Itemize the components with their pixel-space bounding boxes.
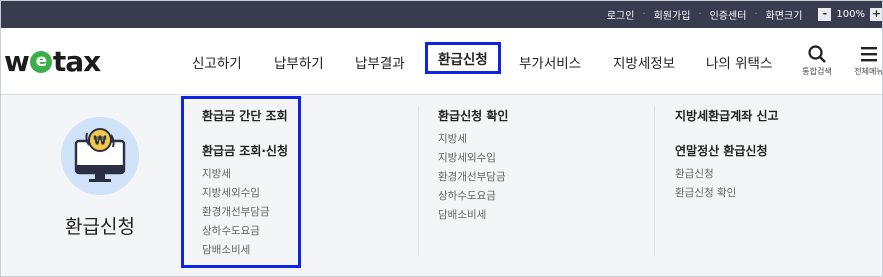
submenu-item[interactable]: 환급신청 확인 — [675, 184, 779, 203]
nav-item-report[interactable]: 신고하기 — [192, 52, 242, 72]
logo-e-icon: e — [29, 50, 52, 73]
mega-title: 환급신청 — [65, 216, 135, 238]
zoom-control: - 100% + — [818, 7, 883, 21]
nav-item-pay-result[interactable]: 납부결과 — [355, 52, 405, 72]
logo-text-w: w — [4, 45, 30, 78]
all-menu-button[interactable]: 전체메뉴 — [849, 44, 883, 77]
nav-item-my-wetax[interactable]: 나의 위택스 — [706, 52, 772, 72]
main-header: w e tax 신고하기 납부하기 납부결과 환급신청 부가서비스 지방세정보 나의… — [0, 28, 883, 95]
submenu-item[interactable]: 환급신청 — [675, 165, 779, 184]
zoom-value: 100% — [836, 8, 865, 20]
submenu-item[interactable]: 담배소비세 — [202, 241, 288, 260]
column-divider — [654, 106, 655, 256]
refund-hero: ₩ 환급신청 — [40, 117, 160, 239]
submenu-item[interactable]: 지방세 — [438, 130, 508, 149]
submenu-item[interactable]: 상하수도요금 — [202, 222, 288, 241]
wetax-logo[interactable]: w e tax — [4, 45, 101, 78]
refund-illustration: ₩ — [61, 117, 139, 195]
logo-text-tax: tax — [52, 45, 101, 78]
nav-item-pay[interactable]: 납부하기 — [274, 52, 324, 72]
top-utility-bar: 로그인 · 회원가입 · 인증센터 · 화면크기 - 100% + — [0, 0, 883, 28]
zoom-in-button[interactable]: + — [870, 7, 883, 21]
submenu-item[interactable]: 환경개선부담금 — [202, 203, 288, 222]
menu-quick-refund-lookup[interactable]: 환급금 간단 조회 — [202, 107, 288, 124]
search-button[interactable]: 통합검색 — [800, 44, 834, 77]
mega-col-3: 지방세환급계좌 신고 연말정산 환급신청 환급신청 환급신청 확인 — [675, 107, 779, 203]
top-links: 로그인 · 회원가입 · 인증센터 · 화면크기 - 100% + — [599, 0, 883, 28]
menu-refund-account-report[interactable]: 지방세환급계좌 신고 — [675, 107, 779, 124]
submenu-item[interactable]: 상하수도요금 — [438, 187, 508, 206]
menu-refund-lookup-apply[interactable]: 환급금 조회·신청 — [202, 142, 288, 159]
search-icon — [808, 45, 826, 63]
nav-item-extra-services[interactable]: 부가서비스 — [519, 52, 581, 72]
login-link[interactable]: 로그인 — [599, 7, 643, 22]
auth-center-link[interactable]: 인증센터 — [702, 7, 755, 22]
submenu-item[interactable]: 환경개선부담금 — [438, 168, 508, 187]
join-link[interactable]: 회원가입 — [646, 7, 699, 22]
monitor-won-icon: ₩ — [74, 128, 126, 182]
nav-item-refund[interactable]: 환급신청 — [425, 42, 501, 74]
refund-mega-menu: ₩ 환급신청 환급금 간단 조회 환급금 조회·신청 지방세 지방세외수입 환경… — [0, 95, 883, 277]
all-menu-label: 전체메뉴 — [854, 67, 883, 76]
mega-col-2: 환급신청 확인 지방세 지방세외수입 환경개선부담금 상하수도요금 담배소비세 — [438, 107, 508, 225]
search-label: 통합검색 — [802, 67, 832, 76]
submenu-item[interactable]: 지방세외수입 — [202, 184, 288, 203]
submenu-item[interactable]: 지방세 — [202, 165, 288, 184]
zoom-out-button[interactable]: - — [818, 7, 832, 21]
zoom-label: 화면크기 — [765, 10, 803, 22]
svg-text:₩: ₩ — [93, 134, 107, 148]
menu-year-end-refund[interactable]: 연말정산 환급신청 — [675, 142, 779, 159]
column-divider — [418, 106, 419, 256]
mega-col-1: 환급금 간단 조회 환급금 조회·신청 지방세 지방세외수입 환경개선부담금 상… — [202, 107, 288, 260]
menu-refund-confirm[interactable]: 환급신청 확인 — [438, 107, 508, 124]
nav-item-local-tax-info[interactable]: 지방세정보 — [613, 52, 675, 72]
hamburger-icon — [861, 47, 877, 62]
submenu-item[interactable]: 지방세외수입 — [438, 149, 508, 168]
submenu-item[interactable]: 담배소비세 — [438, 206, 508, 225]
